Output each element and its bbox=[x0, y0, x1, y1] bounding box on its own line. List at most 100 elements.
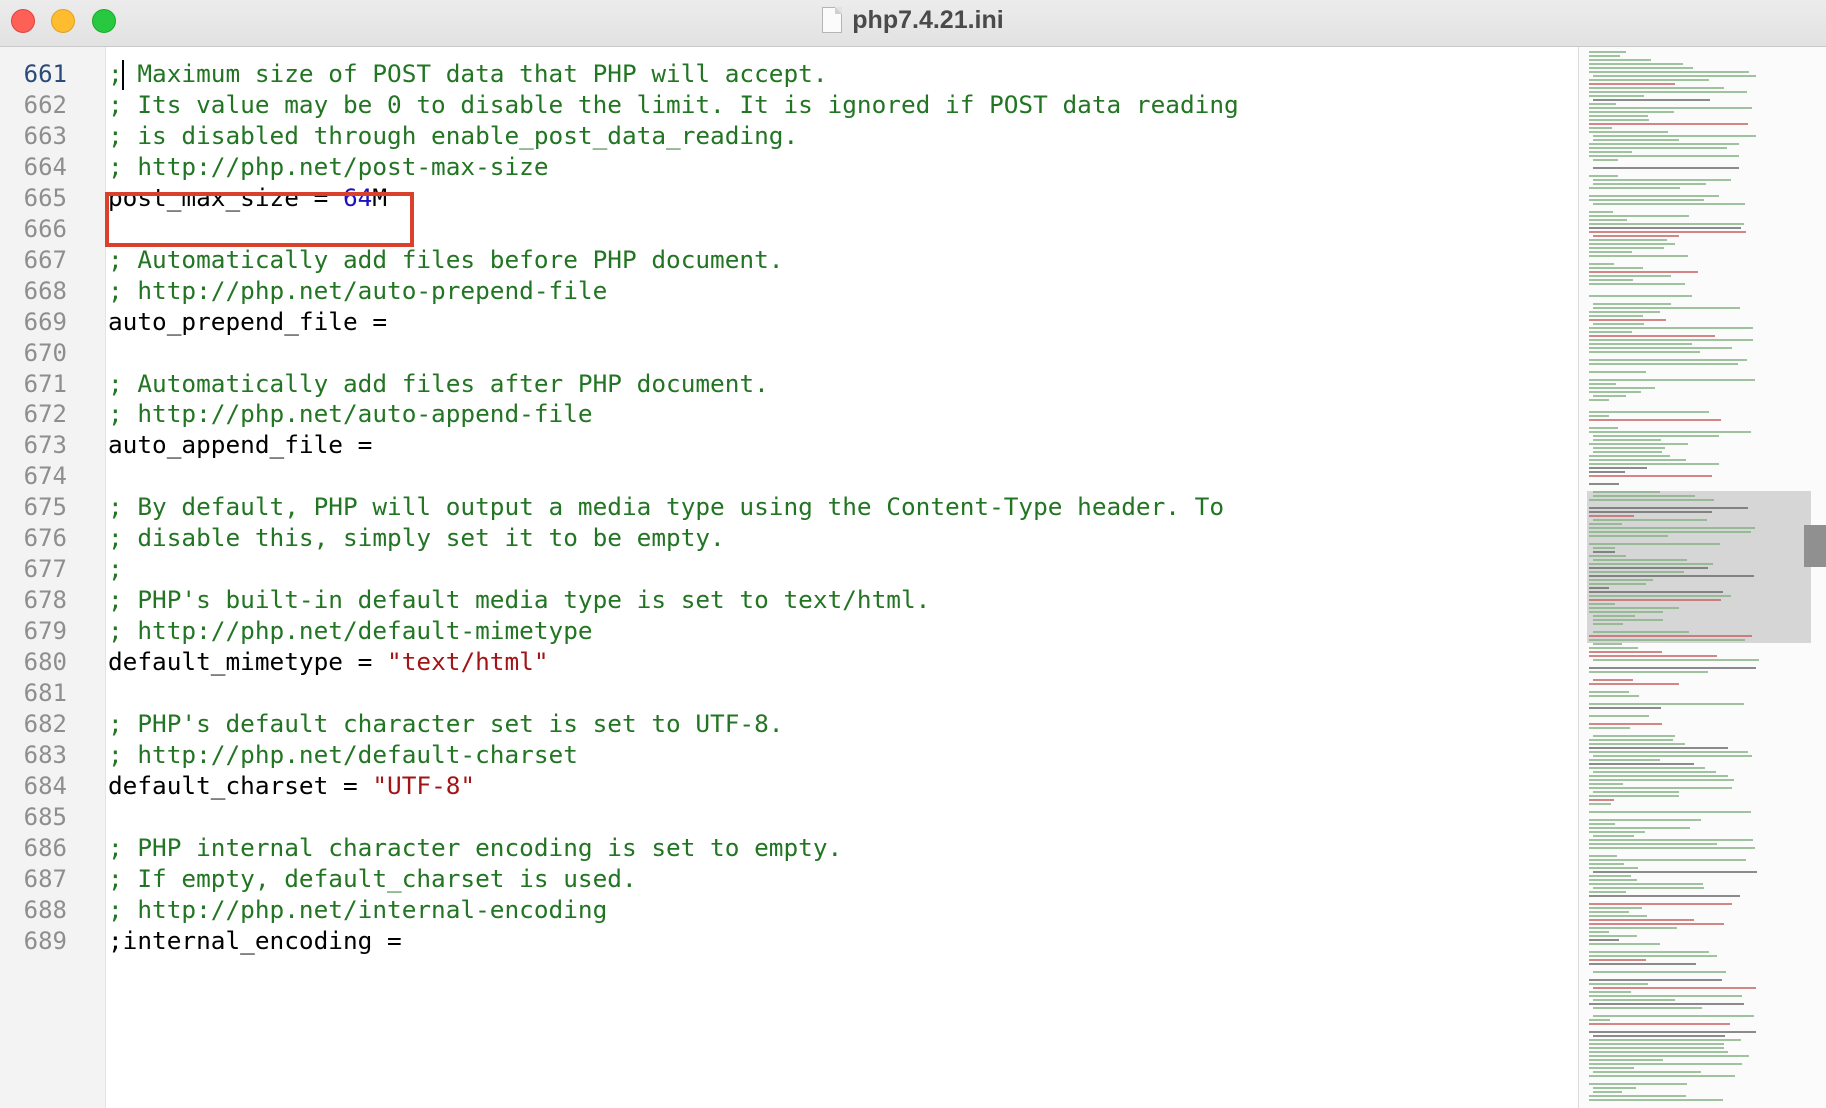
minimap-line bbox=[1589, 587, 1609, 589]
window-title-text: php7.4.21.ini bbox=[852, 6, 1004, 34]
minimap-line bbox=[1589, 915, 1647, 917]
minimap-line bbox=[1589, 391, 1641, 393]
setting-value-string: "text/html" bbox=[387, 647, 549, 676]
minimap-line bbox=[1593, 183, 1706, 185]
minimap-line bbox=[1589, 1067, 1634, 1069]
minimap-line bbox=[1593, 491, 1660, 493]
minimap-line bbox=[1589, 187, 1680, 189]
minimap-line bbox=[1589, 979, 1722, 981]
minimap-line bbox=[1593, 735, 1675, 737]
minimap-line bbox=[1589, 575, 1754, 577]
minimap-line bbox=[1593, 439, 1661, 441]
minimap-line bbox=[1593, 771, 1716, 773]
minimap-line bbox=[1589, 523, 1622, 525]
minimap-line bbox=[1589, 415, 1609, 417]
minimap-line bbox=[1589, 767, 1705, 769]
code-line[interactable]: ; disable this, simply set it to be empt… bbox=[108, 520, 725, 556]
minimap-line bbox=[1593, 323, 1644, 325]
minimap-line bbox=[1589, 827, 1690, 829]
code-line[interactable]: default_mimetype = "text/html" bbox=[108, 644, 549, 680]
minimap-line bbox=[1589, 831, 1645, 833]
minimap-line bbox=[1589, 387, 1655, 389]
minimap-line bbox=[1593, 1015, 1754, 1017]
minimap-line bbox=[1589, 879, 1637, 881]
minimap-line bbox=[1593, 615, 1635, 617]
minimap-line bbox=[1593, 307, 1740, 309]
minimap-line bbox=[1589, 295, 1692, 297]
minimap-line bbox=[1593, 167, 1739, 169]
minimap-line bbox=[1593, 303, 1671, 305]
minimap-line bbox=[1589, 951, 1709, 953]
minimap-line bbox=[1589, 763, 1694, 765]
minimap-line bbox=[1589, 55, 1620, 57]
minimap-line bbox=[1589, 943, 1660, 945]
minimap-line bbox=[1589, 883, 1703, 885]
minimap-line bbox=[1593, 971, 1726, 973]
minimap-line bbox=[1589, 907, 1642, 909]
minimap-line bbox=[1593, 551, 1615, 553]
minimap-line bbox=[1593, 99, 1710, 101]
minimap-line bbox=[1589, 895, 1740, 897]
minimap-line bbox=[1589, 63, 1683, 65]
minimap-line bbox=[1589, 443, 1688, 445]
minimap-line bbox=[1589, 1059, 1663, 1061]
minimap-line bbox=[1589, 799, 1614, 801]
minimap-line bbox=[1593, 871, 1757, 873]
minimap[interactable] bbox=[1578, 47, 1826, 1108]
minimap-line bbox=[1589, 531, 1751, 533]
minimap-line bbox=[1589, 227, 1741, 229]
minimap-line bbox=[1589, 279, 1633, 281]
minimap-line bbox=[1589, 927, 1677, 929]
minimap-line bbox=[1589, 703, 1744, 705]
minimap-line bbox=[1589, 247, 1664, 249]
minimap-line bbox=[1593, 1071, 1701, 1073]
minimap-line bbox=[1589, 1003, 1744, 1005]
minimap-line bbox=[1589, 155, 1739, 157]
line-number: 689 bbox=[23, 927, 67, 955]
minimap-line bbox=[1589, 1083, 1687, 1085]
minimap-line bbox=[1589, 759, 1660, 761]
code-line[interactable]: default_charset = "UTF-8" bbox=[108, 768, 475, 804]
minimap-line bbox=[1593, 835, 1634, 837]
code-line[interactable]: auto_append_file = bbox=[108, 427, 372, 463]
minimap-line bbox=[1589, 131, 1668, 133]
minimap-line bbox=[1589, 935, 1637, 937]
code-line[interactable]: auto_prepend_file = bbox=[108, 304, 387, 340]
minimap-line bbox=[1589, 319, 1666, 321]
minimap-line bbox=[1589, 535, 1668, 537]
code-line[interactable]: ;internal_encoding = bbox=[108, 923, 402, 959]
minimap-line bbox=[1589, 1039, 1741, 1041]
minimap-line bbox=[1589, 347, 1732, 349]
minimap-line bbox=[1593, 659, 1759, 661]
text-cursor bbox=[122, 60, 124, 90]
minimap-line bbox=[1589, 255, 1688, 257]
minimap-line bbox=[1589, 151, 1632, 153]
minimap-line bbox=[1589, 683, 1679, 685]
minimap-line bbox=[1589, 371, 1646, 373]
scrollbar-thumb[interactable] bbox=[1804, 525, 1826, 567]
minimap-line bbox=[1589, 823, 1615, 825]
minimap-line bbox=[1589, 463, 1719, 465]
minimap-line bbox=[1589, 803, 1611, 805]
minimap-line bbox=[1589, 819, 1701, 821]
minimap-line bbox=[1593, 495, 1695, 497]
minimap-line bbox=[1593, 203, 1745, 205]
minimap-line bbox=[1589, 591, 1723, 593]
minimap-line bbox=[1593, 623, 1623, 625]
minimap-line bbox=[1589, 867, 1638, 869]
minimap-line bbox=[1589, 95, 1644, 97]
minimap-line bbox=[1589, 499, 1714, 501]
minimap-line bbox=[1589, 87, 1724, 89]
minimap-line bbox=[1593, 887, 1704, 889]
minimap-line bbox=[1589, 263, 1614, 265]
minimap-line bbox=[1589, 399, 1609, 401]
minimap-line bbox=[1589, 175, 1618, 177]
minimap-line bbox=[1589, 779, 1734, 781]
minimap-line bbox=[1593, 179, 1731, 181]
minimap-line bbox=[1593, 999, 1675, 1001]
minimap-line bbox=[1589, 843, 1717, 845]
minimap-line bbox=[1593, 559, 1687, 561]
minimap-line bbox=[1589, 51, 1626, 53]
minimap-line bbox=[1589, 251, 1632, 253]
minimap-line bbox=[1593, 1091, 1622, 1093]
